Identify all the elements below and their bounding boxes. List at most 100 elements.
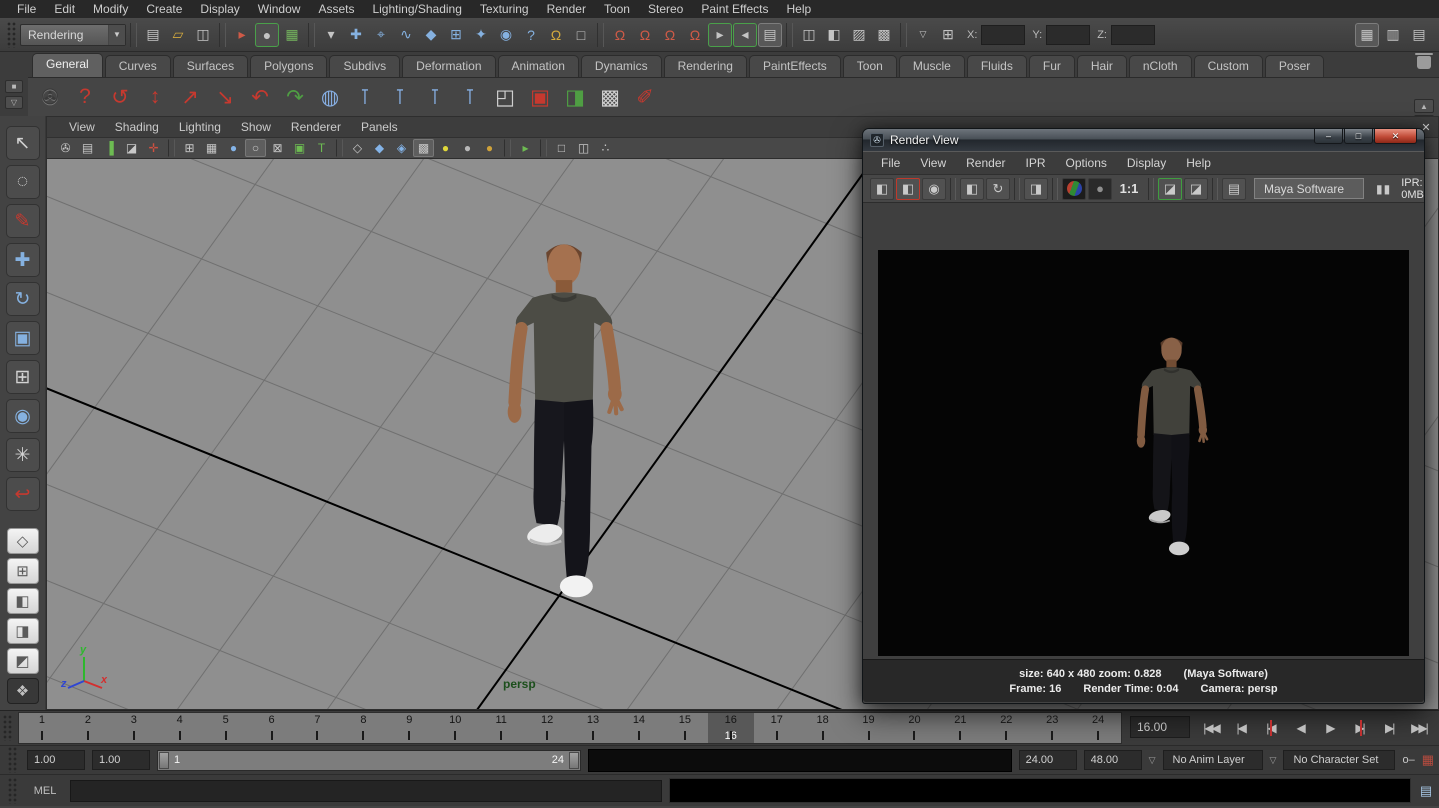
anim-layer-selector[interactable]: No Anim Layer bbox=[1163, 750, 1263, 770]
shelf-tab[interactable]: Rendering bbox=[664, 55, 747, 77]
select-tool-icon[interactable]: ↖ bbox=[6, 126, 40, 160]
range-slider[interactable]: 1 24 bbox=[157, 750, 581, 771]
status-line-grip[interactable] bbox=[7, 22, 16, 48]
snap-to-view-planes-icon[interactable]: Ω bbox=[683, 23, 707, 47]
delete-unused-icon[interactable]: ◍ bbox=[314, 81, 346, 113]
menu-item[interactable]: Display bbox=[191, 2, 248, 16]
group-collapser[interactable] bbox=[130, 23, 137, 47]
shelf-tab[interactable]: Deformation bbox=[402, 55, 495, 77]
group-collapser[interactable] bbox=[786, 23, 793, 47]
timeline-frame[interactable]: 18 bbox=[800, 713, 846, 743]
hypergraph-persp-layout-button[interactable]: ◩ bbox=[7, 648, 39, 674]
step-forward-key-button[interactable]: ▶| bbox=[1348, 716, 1372, 740]
timeline-frame[interactable]: 7 bbox=[295, 713, 341, 743]
menu-item[interactable]: Lighting/Shading bbox=[363, 2, 470, 16]
shelf-tab[interactable]: Fur bbox=[1029, 55, 1075, 77]
camera-tumble-icon[interactable]: ↺ bbox=[104, 81, 136, 113]
show-manipulator-tool-icon[interactable]: ✳ bbox=[6, 438, 40, 472]
lock-selection-icon[interactable]: Ω bbox=[544, 23, 568, 47]
step-back-key-button[interactable]: |◀ bbox=[1258, 716, 1282, 740]
group-collapser[interactable] bbox=[900, 23, 907, 47]
grid-toggle-icon[interactable]: ⊞ bbox=[179, 139, 200, 157]
viewport-menu-item[interactable]: Show bbox=[231, 120, 281, 134]
bookmarks-icon[interactable]: ▐ bbox=[99, 139, 120, 157]
playback-end-field[interactable] bbox=[1019, 750, 1077, 770]
snapshot-button[interactable]: ◉ bbox=[922, 178, 946, 200]
pause-ipr-icon[interactable]: ▮▮ bbox=[1376, 182, 1391, 196]
open-render-view-icon[interactable]: ◫ bbox=[797, 23, 821, 47]
separator[interactable] bbox=[336, 139, 343, 157]
gate-mask-icon[interactable]: ○ bbox=[245, 139, 266, 157]
alpha-channel-button[interactable]: ● bbox=[1088, 178, 1112, 200]
viewport-menu-item[interactable]: Lighting bbox=[169, 120, 231, 134]
universal-manipulator-tool-icon[interactable]: ⊞ bbox=[6, 360, 40, 394]
timeline-frame[interactable]: 5 bbox=[203, 713, 249, 743]
open-scene-icon[interactable]: ▱ bbox=[166, 23, 190, 47]
close-button[interactable]: ✕ bbox=[1374, 129, 1417, 144]
hypergraph-icon[interactable]: ◰ bbox=[489, 81, 521, 113]
select-misc-icon[interactable]: ? bbox=[519, 23, 543, 47]
group-collapser[interactable] bbox=[308, 23, 315, 47]
render-settings-button[interactable]: ▤ bbox=[1222, 178, 1246, 200]
paint-effects-panel-button[interactable]: ❖ bbox=[7, 678, 39, 704]
camera-dolly-icon[interactable]: ↗ bbox=[174, 81, 206, 113]
select-joints-icon[interactable]: ⌖ bbox=[369, 23, 393, 47]
connections-icon[interactable]: ∴ bbox=[595, 139, 616, 157]
image-plane-icon[interactable]: ◪ bbox=[121, 139, 142, 157]
redo-icon[interactable]: ↷ bbox=[279, 81, 311, 113]
menu-item[interactable]: Assets bbox=[309, 2, 363, 16]
render-view-menu-item[interactable]: Help bbox=[1176, 156, 1221, 170]
menu-item[interactable]: Window bbox=[249, 2, 310, 16]
separator[interactable] bbox=[1014, 178, 1020, 200]
animation-start-field[interactable] bbox=[27, 750, 85, 770]
shelf-tab[interactable]: Custom bbox=[1194, 55, 1263, 77]
undo-icon[interactable]: ↶ bbox=[244, 81, 276, 113]
show-tool-settings-icon[interactable]: ▥ bbox=[1381, 23, 1405, 47]
shelf-menu-icon[interactable]: ■ bbox=[5, 80, 23, 93]
shelf-tab[interactable]: Animation bbox=[498, 55, 579, 77]
shelf-tab[interactable]: PaintEffects bbox=[749, 55, 841, 77]
shelf-tab[interactable]: General bbox=[32, 53, 103, 77]
timeline-frame[interactable]: 24 bbox=[1075, 713, 1121, 743]
menu-item[interactable]: Texturing bbox=[471, 2, 538, 16]
command-language-label[interactable]: MEL bbox=[27, 785, 63, 797]
timeline-frame[interactable]: 19 bbox=[846, 713, 892, 743]
isolate-select-icon[interactable]: □ bbox=[551, 139, 572, 157]
safe-action-icon[interactable]: ▣ bbox=[289, 139, 310, 157]
one-to-one-button[interactable]: 1:1 bbox=[1114, 178, 1144, 200]
separator[interactable] bbox=[1148, 178, 1154, 200]
timeline-frame[interactable]: 12 bbox=[524, 713, 570, 743]
rgb-channels-button[interactable] bbox=[1062, 178, 1086, 200]
chevron-down-icon[interactable]: ▽ bbox=[1270, 755, 1277, 766]
renderer-selector[interactable]: Maya Software bbox=[1254, 178, 1364, 199]
wireframe-display-icon[interactable]: ◇ bbox=[347, 139, 368, 157]
render-settings-icon[interactable]: ▩ bbox=[872, 23, 896, 47]
timeline-frame[interactable]: 1 bbox=[19, 713, 65, 743]
animation-preferences-icon[interactable]: ▦ bbox=[1422, 752, 1434, 768]
character-set-selector[interactable]: No Character Set bbox=[1283, 750, 1395, 770]
inputs-to-selected-icon[interactable]: ▸ bbox=[708, 23, 732, 47]
use-all-lights-icon[interactable]: ● bbox=[435, 139, 456, 157]
smooth-shade-display-icon[interactable]: ◆ bbox=[369, 139, 390, 157]
separator[interactable] bbox=[504, 139, 511, 157]
snap-to-grids-icon[interactable]: Ω bbox=[608, 23, 632, 47]
character-model[interactable] bbox=[461, 232, 667, 644]
timeline-frame[interactable]: 14 bbox=[616, 713, 662, 743]
remove-image-button[interactable]: ◪ bbox=[1184, 178, 1208, 200]
select-handles-icon[interactable]: ✚ bbox=[344, 23, 368, 47]
render-view-menu-item[interactable]: IPR bbox=[1016, 156, 1056, 170]
viewport-menu-item[interactable]: Renderer bbox=[281, 120, 351, 134]
timeline-frame[interactable]: 13 bbox=[570, 713, 616, 743]
current-time-field[interactable] bbox=[1130, 716, 1190, 738]
playback-start-field[interactable] bbox=[92, 750, 150, 770]
menu-item[interactable]: Stereo bbox=[639, 2, 692, 16]
timeline-frame[interactable]: 23 bbox=[1029, 713, 1075, 743]
render-current-frame-button[interactable]: ◧ bbox=[870, 178, 894, 200]
shelf-dropdown-icon[interactable]: ▽ bbox=[5, 96, 23, 109]
shelf-tab[interactable]: Hair bbox=[1077, 55, 1127, 77]
timeline-frame[interactable]: 4 bbox=[157, 713, 203, 743]
script-editor-icon[interactable]: ▤ bbox=[1418, 782, 1434, 800]
menu-item[interactable]: Edit bbox=[45, 2, 84, 16]
render-view-menu-item[interactable]: Render bbox=[956, 156, 1015, 170]
go-to-start-button[interactable]: |◀◀ bbox=[1199, 716, 1223, 740]
